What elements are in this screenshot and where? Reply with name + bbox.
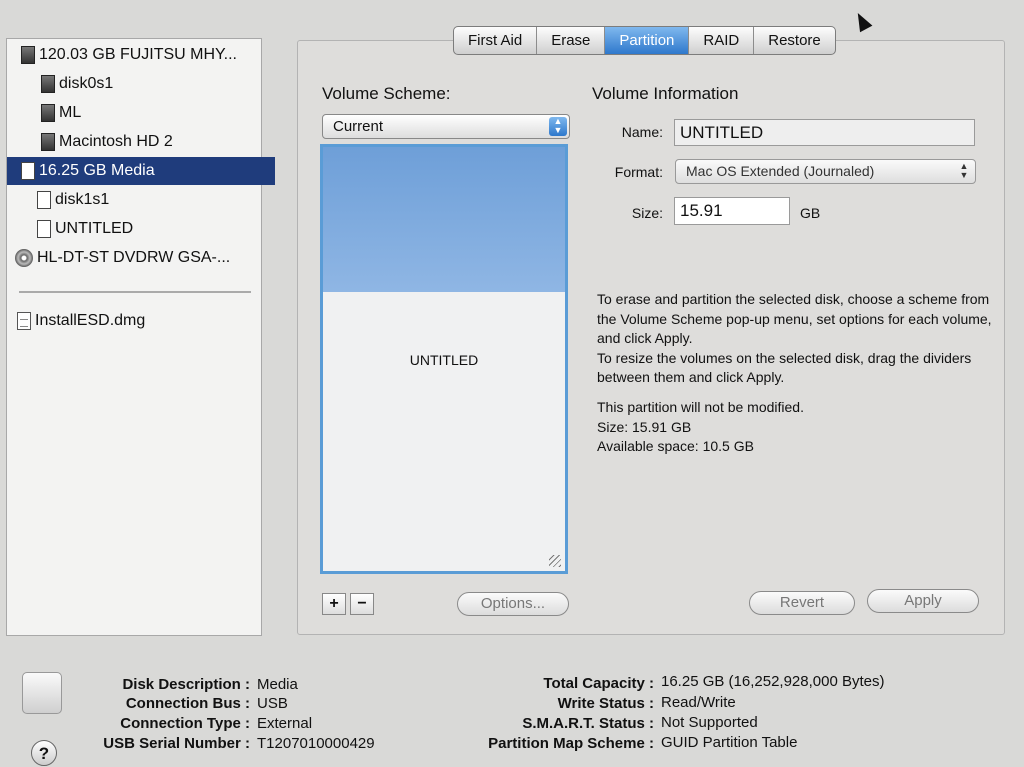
sidebar-item-dvd-drive[interactable]: HL-DT-ST DVDRW GSA-... <box>7 244 269 272</box>
volume-information-heading: Volume Information <box>592 84 739 103</box>
sidebar-item-label: InstallESD.dmg <box>35 312 146 329</box>
tab-restore[interactable]: Restore <box>754 27 835 54</box>
tab-first-aid[interactable]: First Aid <box>454 27 538 54</box>
connection-bus-value: USB <box>257 695 288 712</box>
sidebar-item-label: disk1s1 <box>55 191 110 208</box>
sidebar-item-macintosh-hd-2[interactable]: Macintosh HD 2 <box>7 128 295 156</box>
format-value: Mac OS Extended (Journaled) <box>686 163 875 179</box>
apply-button[interactable]: Apply <box>867 589 979 613</box>
connection-type-label: Connection Type : <box>120 715 250 732</box>
select-arrows-icon: ▲ ▼ <box>959 161 969 180</box>
sidebar-item-disk1s1[interactable]: disk1s1 <box>7 186 291 214</box>
write-status-label: Write Status : <box>557 695 654 712</box>
partition-map[interactable]: UNTITLED <box>320 144 568 574</box>
connection-bus-label: Connection Bus : <box>125 695 250 712</box>
sidebar-item-label: 16.25 GB Media <box>39 162 155 179</box>
resize-grip-icon[interactable] <box>549 555 561 567</box>
sidebar-item-label: HL-DT-ST DVDRW GSA-... <box>37 249 231 266</box>
help-button[interactable]: ? <box>31 740 57 766</box>
volume-scheme-heading: Volume Scheme: <box>322 84 451 103</box>
size-field[interactable]: 15.91 <box>674 197 790 225</box>
volume-icon <box>37 191 51 209</box>
optical-disc-icon <box>15 249 33 267</box>
connection-type-value: External <box>257 715 313 732</box>
sidebar-item-label: ML <box>59 104 82 121</box>
revert-button[interactable]: Revert <box>749 591 855 615</box>
instructions-erase: To erase and partition the selected disk… <box>597 291 992 347</box>
partition-size: Size: 15.91 GB <box>597 418 692 435</box>
size-unit-label: GB <box>800 205 821 221</box>
sidebar-item-label: disk0s1 <box>59 75 114 92</box>
sidebar-divider <box>19 291 251 293</box>
options-button[interactable]: Options... <box>457 592 569 616</box>
tab-bar: First Aid Erase Partition RAID Restore <box>453 26 836 55</box>
sidebar-item-untitled[interactable]: UNTITLED <box>7 215 291 243</box>
volume-icon <box>41 75 55 93</box>
name-field[interactable]: UNTITLED <box>674 119 975 146</box>
volume-scheme-select[interactable]: Current ▲ ▼ <box>322 114 570 139</box>
instructions-text: To erase and partition the selected disk… <box>597 290 1002 457</box>
tab-partition[interactable]: Partition <box>605 27 690 54</box>
instructions-resize: To resize the volumes on the selected di… <box>597 349 972 386</box>
partition-name-label: UNTITLED <box>409 352 479 368</box>
add-partition-button[interactable]: + <box>322 593 346 615</box>
volume-scheme-value: Current <box>333 118 384 135</box>
sidebar-item-install-esd[interactable]: InstallESD.dmg <box>7 307 271 335</box>
disk-description-label: Disk Description : <box>122 676 250 693</box>
volume-icon <box>37 220 51 238</box>
remove-partition-button[interactable]: − <box>350 593 374 615</box>
sidebar-item-label: Macintosh HD 2 <box>59 133 173 150</box>
disk-image-icon <box>17 312 31 330</box>
name-label: Name: <box>621 124 663 140</box>
tab-erase[interactable]: Erase <box>537 27 606 54</box>
total-capacity-label: Total Capacity : <box>543 675 654 692</box>
smart-status-label: S.M.A.R.T. Status : <box>522 715 654 732</box>
sidebar-item-media-disk[interactable]: 16.25 GB Media <box>7 157 275 185</box>
volume-icon <box>41 133 55 151</box>
available-space: Available space: 10.5 GB <box>597 438 754 455</box>
sidebar-item-disk0s1[interactable]: disk0s1 <box>7 70 295 98</box>
format-label: Format: <box>614 164 663 180</box>
disk-list-sidebar[interactable]: 120.03 GB FUJITSU MHY... disk0s1 ML Maci… <box>6 38 275 636</box>
external-drive-icon <box>22 672 62 714</box>
tab-raid[interactable]: RAID <box>689 27 755 54</box>
volume-icon <box>41 104 55 122</box>
format-select[interactable]: Mac OS Extended (Journaled) ▲ ▼ <box>675 159 976 184</box>
sidebar-item-label: 120.03 GB FUJITSU MHY... <box>39 46 237 63</box>
sidebar-item-fujitsu-disk[interactable]: 120.03 GB FUJITSU MHY... <box>7 41 275 69</box>
write-status-value: Read/Write <box>661 694 736 711</box>
disk-description-value: Media <box>257 676 298 693</box>
sidebar-item-ml[interactable]: ML <box>7 99 295 127</box>
partition-map-scheme-label: Partition Map Scheme : <box>488 735 654 752</box>
partition-status: This partition will not be modified. <box>597 398 804 415</box>
usb-disk-icon <box>21 162 35 180</box>
usb-serial-value: T1207010000429 <box>257 735 375 752</box>
hard-disk-icon <box>21 46 35 64</box>
smart-status-value: Not Supported <box>661 714 758 731</box>
sidebar-item-label: UNTITLED <box>55 220 134 237</box>
size-label: Size: <box>631 205 663 221</box>
mouse-cursor-icon <box>851 9 873 33</box>
partition-map-scheme-value: GUID Partition Table <box>661 734 798 751</box>
usb-serial-label: USB Serial Number : <box>103 735 250 752</box>
partition-free-space[interactable] <box>323 147 565 292</box>
total-capacity-value: 16.25 GB (16,252,928,000 Bytes) <box>661 673 885 690</box>
